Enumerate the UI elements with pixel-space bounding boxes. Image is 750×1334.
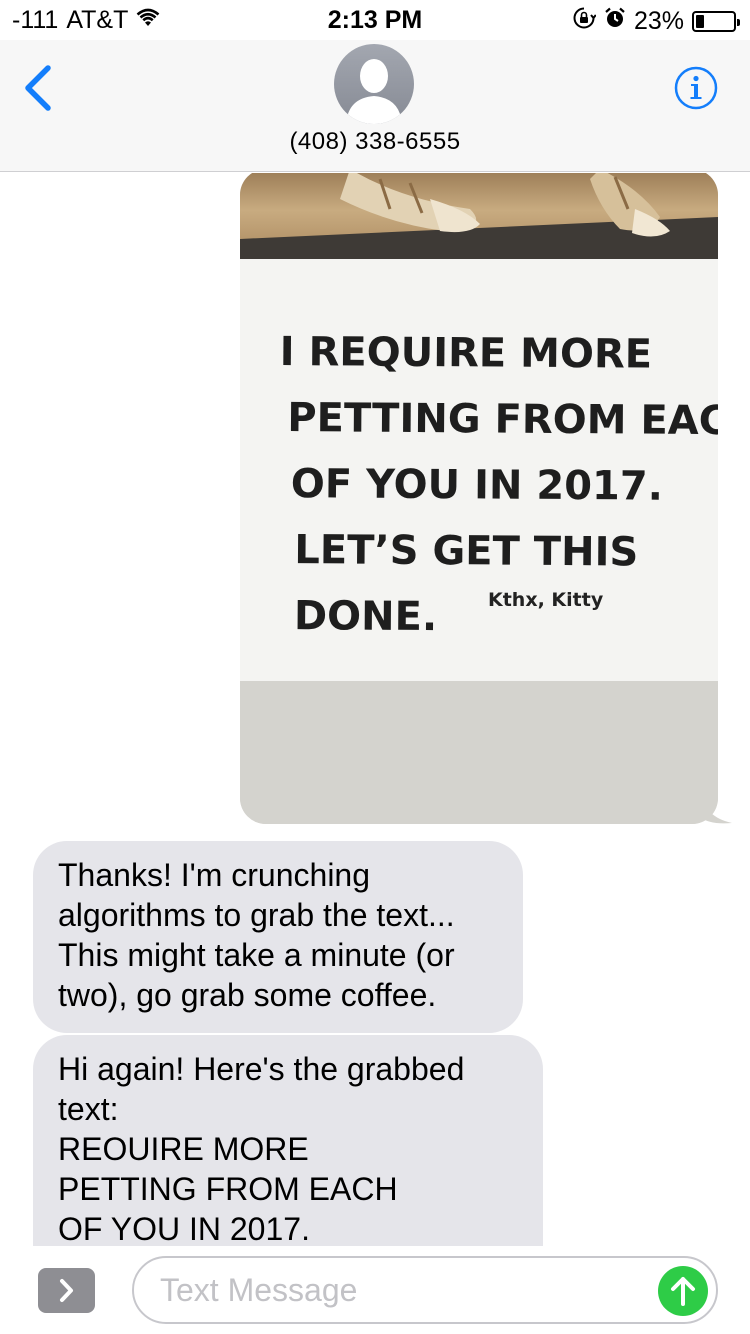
battery-percent: 23% [633,7,684,35]
sign-line: OF YOU IN 2017. [290,461,664,510]
photo-message[interactable]: I REQUIRE MORE PETTING FROM EACH OF YOU … [240,173,718,824]
back-button[interactable] [18,64,62,112]
conversation-header: (408) 338-6555 [0,40,750,172]
incoming-message[interactable]: Hi again! Here's the grabbed text: REOUI… [33,1035,543,1246]
back-chevron-icon [25,65,51,111]
photo-cat-region [240,173,718,261]
message-input-placeholder: Text Message [160,1272,358,1308]
avatar[interactable] [334,44,414,124]
message-line: Hi again! Here's the grabbed [58,1051,465,1087]
apps-button[interactable] [38,1268,95,1313]
info-button[interactable] [674,66,718,110]
status-bar: -111 AT&T 2:13 PM 23% [0,0,750,40]
message-line: REOUIRE MORE [58,1131,309,1167]
alarm-icon [604,7,626,36]
avatar-silhouette-icon [346,59,402,124]
message-line: OF YOU IN 2017. [58,1211,310,1246]
message-input[interactable]: Text Message [132,1256,718,1324]
message-list[interactable]: I REQUIRE MORE PETTING FROM EACH OF YOU … [0,173,750,1246]
send-button[interactable] [658,1266,708,1316]
battery-fill [696,15,704,28]
sign-line: LET’S GET THIS [294,527,639,576]
send-arrow-icon [671,1277,695,1306]
sign-line: I REQUIRE MORE [279,328,653,378]
incoming-message[interactable]: Thanks! I'm crunching algorithms to grab… [33,841,523,1033]
status-right: 23% [572,6,740,37]
rotation-lock-icon [572,6,597,37]
contact-name[interactable]: (408) 338-6555 [0,128,750,156]
bubble-tail [700,791,732,824]
compose-bar: Text Message [0,1246,750,1334]
info-icon [674,66,718,110]
apps-chevron-icon [60,1279,73,1302]
message-line: text: [58,1091,119,1127]
message-line: PETTING FROM EACH [58,1171,398,1207]
photo-wall [240,681,718,824]
sign-line: PETTING FROM EACH [287,395,718,445]
photo-signature: Kthx, Kitty [488,589,604,611]
battery-icon [692,11,740,32]
